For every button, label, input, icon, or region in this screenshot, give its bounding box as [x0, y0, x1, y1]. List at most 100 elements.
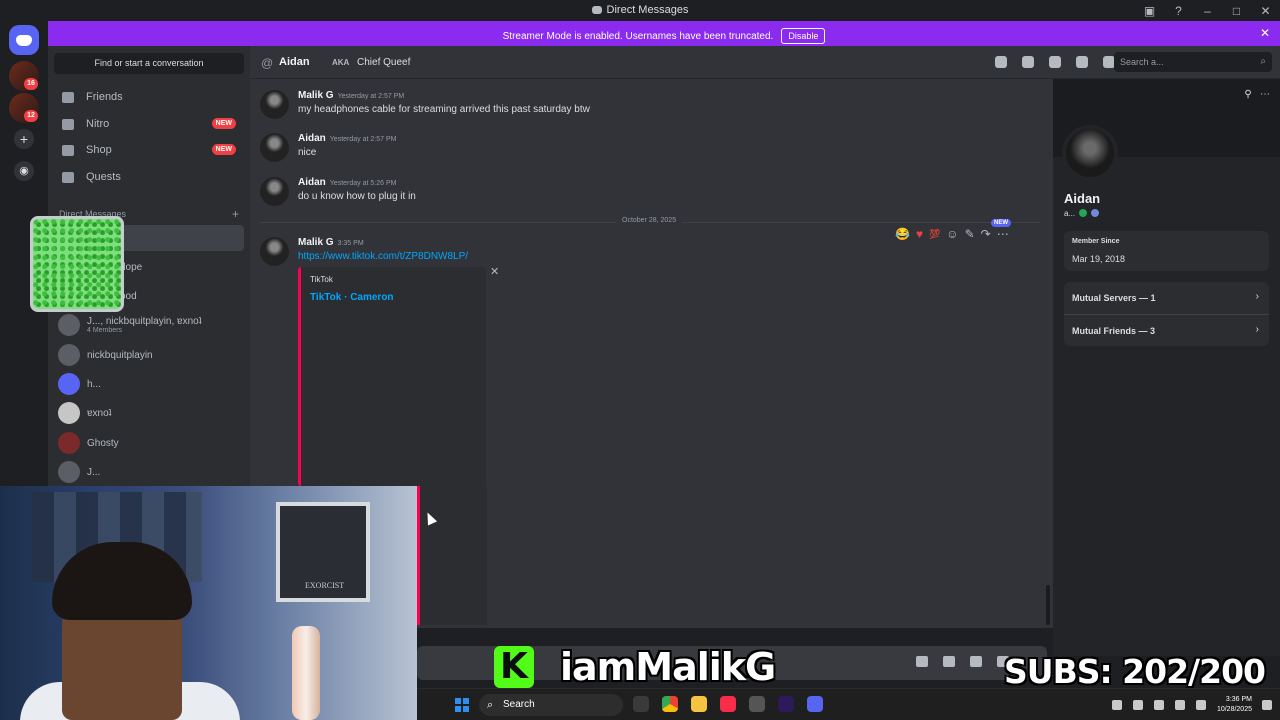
dm-item[interactable]: J...	[54, 459, 244, 485]
premiere-app-icon[interactable]	[778, 696, 794, 712]
date-divider: October 28, 2025	[260, 217, 1040, 224]
chrome-app-icon[interactable]	[662, 696, 678, 712]
message-author[interactable]: Aidan	[298, 133, 326, 144]
help-icon[interactable]: ?	[1164, 4, 1193, 18]
tray-chevron-icon[interactable]	[1111, 700, 1122, 710]
create-dm-icon[interactable]: +	[232, 207, 239, 221]
maximize-icon[interactable]: □	[1222, 4, 1251, 18]
search-icon: ⌕	[1260, 56, 1266, 67]
message-author[interactable]: Malik G	[298, 90, 334, 101]
close-window-icon[interactable]: ✕	[1251, 4, 1280, 18]
profile-more-icon[interactable]: ⋯	[1260, 89, 1270, 100]
avatar[interactable]	[260, 177, 289, 206]
dm-item[interactable]: Ghosty	[54, 430, 244, 456]
message-author[interactable]: Aidan	[298, 177, 326, 188]
message-text: my headphones cable for streaming arrive…	[298, 104, 590, 115]
message-timestamp: Yesterday at 2:57 PM	[337, 93, 405, 100]
gift-icon[interactable]	[916, 656, 928, 667]
shop-icon	[62, 144, 74, 156]
taskbar-search[interactable]: ⌕ Search	[479, 694, 623, 716]
avatar[interactable]	[260, 90, 289, 119]
new-reaction-tag: NEW	[991, 219, 1011, 227]
message-author[interactable]: Malik G	[298, 237, 334, 248]
bottle	[292, 626, 320, 720]
pinned-messages-icon[interactable]	[1049, 56, 1061, 68]
disable-streamer-mode-button[interactable]: Disable	[781, 28, 826, 44]
gif-icon[interactable]	[943, 656, 955, 667]
embed-title[interactable]: TikTok · Cameron	[310, 292, 394, 303]
sticker-icon[interactable]	[970, 656, 982, 667]
dm-item[interactable]: h...	[54, 371, 244, 397]
streamer-mode-banner: Streamer Mode is enabled. Usernames have…	[48, 21, 1280, 46]
mutual-friends-link[interactable]: Mutual Friends — 3	[1072, 326, 1155, 336]
add-server-icon[interactable]: +	[14, 129, 34, 149]
chat-scrollbar[interactable]	[1046, 585, 1050, 625]
remove-embed-icon[interactable]: ✕	[490, 265, 499, 278]
search-input[interactable]: Search a... ⌕	[1114, 52, 1272, 72]
video-call-icon[interactable]	[1022, 56, 1034, 68]
obs-app-icon[interactable]	[749, 696, 765, 712]
dm-item[interactable]: nickbquitplayin	[54, 342, 244, 368]
avatar[interactable]	[260, 237, 289, 266]
forward-icon[interactable]: ↷	[981, 227, 991, 241]
subs-counter: SUBS: 202/200	[1004, 652, 1266, 691]
minimize-icon[interactable]: –	[1193, 4, 1222, 18]
music-app-icon[interactable]	[720, 696, 736, 712]
banner-message: Streamer Mode is enabled. Usernames have…	[502, 31, 774, 42]
mutuals-card: Mutual Servers — 1 › Mutual Friends — 3 …	[1064, 282, 1269, 346]
group-avatar	[58, 314, 80, 336]
add-reaction-icon[interactable]: ☺	[946, 227, 958, 241]
profile-tag: a...	[1064, 209, 1100, 218]
home-button[interactable]	[9, 25, 39, 55]
nav-friends[interactable]: Friends	[54, 85, 244, 109]
quests-icon	[62, 171, 74, 183]
chevron-right-icon: ›	[1255, 291, 1259, 302]
avatar[interactable]	[260, 133, 289, 162]
member-since-label: Member Since	[1072, 238, 1120, 245]
clock-time: 3:36 PM	[1225, 696, 1252, 703]
nav-label: Shop	[86, 144, 112, 156]
date-divider-label: October 28, 2025	[616, 217, 683, 224]
avatar	[58, 432, 80, 454]
profile-avatar[interactable]	[1062, 125, 1118, 181]
file-explorer-app-icon[interactable]	[633, 696, 649, 712]
folder-app-icon[interactable]	[691, 696, 707, 712]
clock[interactable]: 3:36 PM 10/28/2025	[1217, 695, 1252, 715]
windows-start-icon[interactable]	[455, 698, 469, 712]
chat-area: @ Aidan AKA Chief Queef Search a... ⌕ Mal…	[250, 46, 1280, 486]
laughing-emoji-icon[interactable]: 😂	[895, 227, 910, 241]
inbox-icon[interactable]: ▣	[1135, 4, 1164, 18]
hundred-emoji-icon[interactable]: 💯	[929, 229, 940, 240]
nav-quests[interactable]: Quests	[54, 165, 244, 189]
volume-icon[interactable]	[1195, 700, 1206, 710]
network-icon[interactable]	[1132, 700, 1143, 710]
wifi-icon[interactable]	[1174, 700, 1185, 710]
member-since-date: Mar 19, 2018	[1072, 254, 1126, 264]
message-link[interactable]: https://www.tiktok.com/t/ZP8DNW8LP/	[298, 251, 468, 262]
voice-call-icon[interactable]	[995, 56, 1007, 68]
find-conversation-button[interactable]: Find or start a conversation	[54, 53, 244, 74]
nav-shop[interactable]: Shop NEW	[54, 138, 244, 162]
discover-icon[interactable]: ◉	[14, 161, 34, 181]
close-banner-icon[interactable]: ✕	[1260, 26, 1270, 40]
nav-nitro[interactable]: Nitro NEW	[54, 112, 244, 136]
profile-tag-text: a...	[1064, 209, 1076, 218]
add-friends-icon[interactable]	[1076, 56, 1088, 68]
message-timestamp: 3:35 PM	[337, 240, 364, 247]
more-options-icon[interactable]: ⋯	[997, 227, 1009, 241]
chat-recipient-name: Aidan	[279, 56, 310, 68]
dm-item-group[interactable]: J..., nickbquitplayin, ɐxnoʇ 4 Members	[54, 312, 244, 338]
edit-icon[interactable]: ✎	[965, 227, 975, 241]
notifications-icon[interactable]	[1262, 700, 1272, 710]
profile-panel: ⚲ ⋯ Aidan a... Member Since Mar 19, 2018…	[1053, 79, 1280, 656]
add-friend-icon[interactable]: ⚲	[1244, 89, 1251, 100]
mutual-servers-link[interactable]: Mutual Servers — 1	[1072, 293, 1156, 303]
status-badge-icon	[1079, 209, 1088, 217]
nav-label: Friends	[86, 91, 123, 103]
discord-app-icon[interactable]	[807, 696, 823, 712]
microphone-icon[interactable]	[1153, 700, 1164, 710]
taskbar-search-label: Search	[503, 699, 535, 710]
heart-emoji-icon[interactable]: ♥	[916, 227, 923, 241]
message-actions: 😂 ♥ 💯 ☺ ✎ ↷ ⋯	[895, 227, 1015, 241]
dm-item[interactable]: ɐxnoʇ	[54, 400, 244, 426]
